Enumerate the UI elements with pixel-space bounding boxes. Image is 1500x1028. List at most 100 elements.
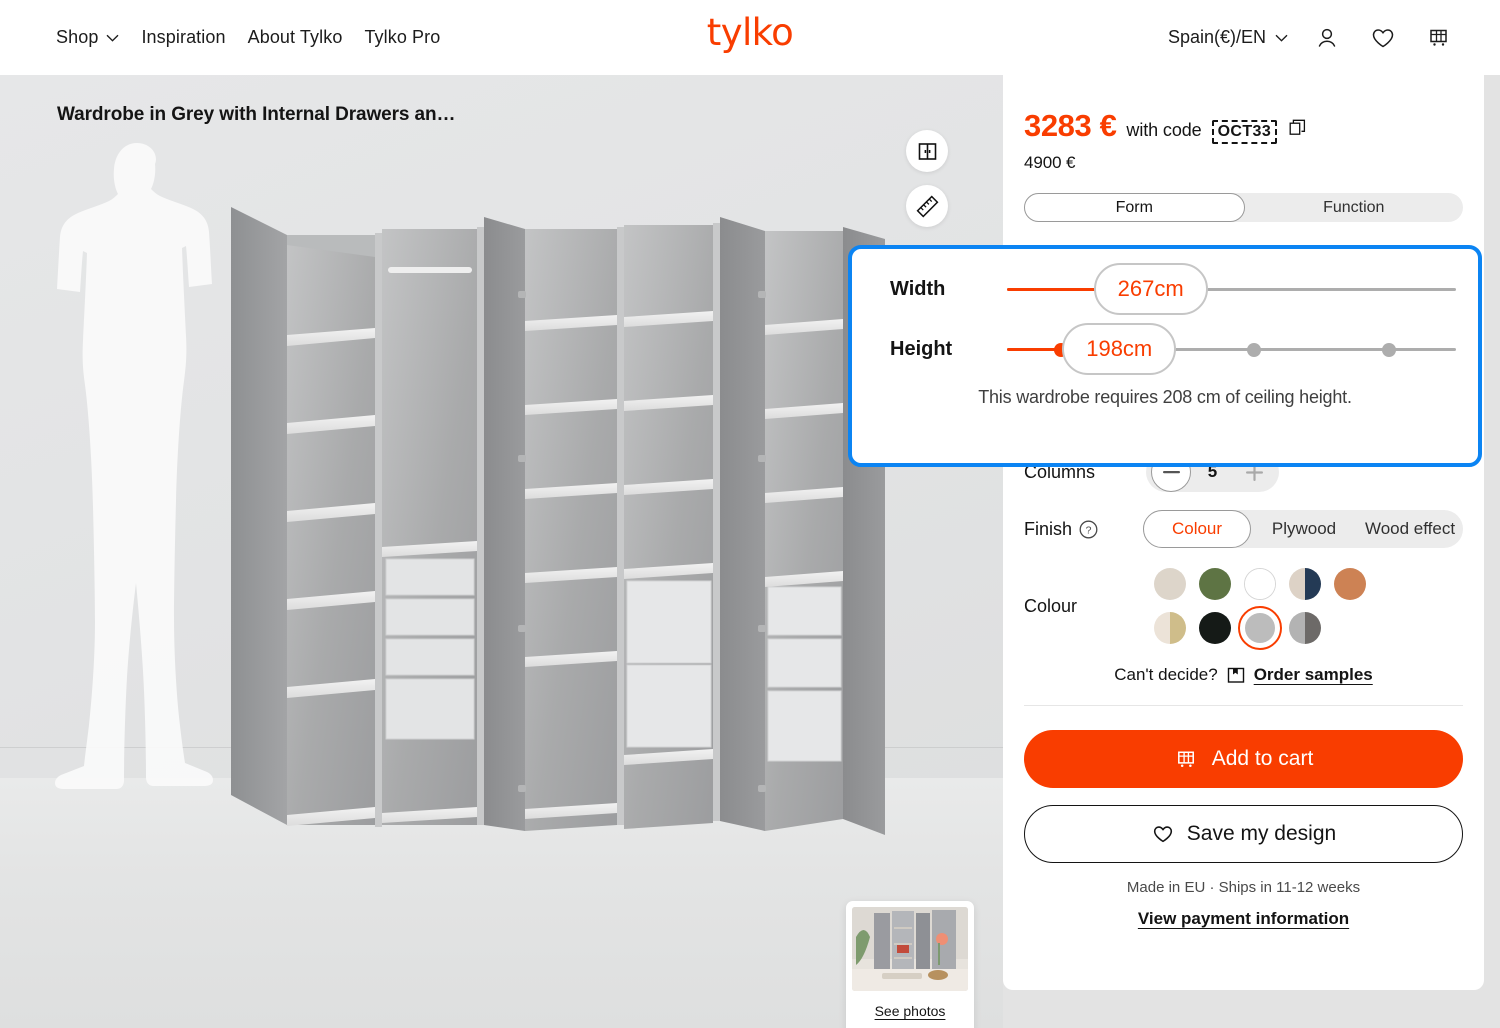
swatch-half-left xyxy=(1289,568,1305,600)
price-row: 3283 € with code OCT33 xyxy=(1024,108,1463,144)
tylko-logo[interactable]: tylko xyxy=(707,14,794,51)
promo-code-badge[interactable]: OCT33 xyxy=(1211,120,1278,144)
nav-item-tylko-pro[interactable]: Tylko Pro xyxy=(364,27,440,48)
swatch-half-left xyxy=(1245,613,1260,643)
finish-label-group: Finish ? xyxy=(1024,519,1143,540)
save-design-button[interactable]: Save my design xyxy=(1024,805,1463,863)
page-title: Wardrobe in Grey with Internal Drawers a… xyxy=(57,104,456,125)
configurator-panel: 3283 € with code OCT33 4900 € Form Funct… xyxy=(1003,75,1484,990)
swatch-fill xyxy=(1289,568,1321,600)
swatch-half-right xyxy=(1215,612,1231,644)
with-code-label: with code xyxy=(1126,120,1202,140)
help-question-icon[interactable]: ? xyxy=(1079,520,1098,539)
panel-divider xyxy=(1024,705,1463,706)
finish-label: Finish xyxy=(1024,518,1073,539)
nav-item-inspiration[interactable]: Inspiration xyxy=(141,27,225,48)
swatch-fill xyxy=(1199,568,1231,600)
colour-swatch-white[interactable] xyxy=(1238,562,1282,606)
colour-swatch-grey[interactable] xyxy=(1238,606,1282,650)
package-box-icon xyxy=(1227,666,1245,684)
colour-label: Colour xyxy=(1024,595,1078,616)
dimension-row-height: Height 198cm xyxy=(852,319,1478,379)
swatch-fill xyxy=(1199,612,1231,644)
copy-icon[interactable] xyxy=(1289,119,1306,136)
colour-swatch-olive-green[interactable] xyxy=(1193,562,1237,606)
ruler-measure-icon[interactable] xyxy=(906,185,948,227)
colour-swatch-grey-dark-grey[interactable] xyxy=(1283,606,1327,650)
swatch-half-left xyxy=(1199,568,1215,600)
product-viewer[interactable]: Wardrobe in Grey with Internal Drawers a… xyxy=(0,75,1003,1028)
colour-swatch-beige-sand[interactable] xyxy=(1148,606,1192,650)
human-scale-silhouette xyxy=(55,143,213,789)
finish-option-wood-effect[interactable]: Wood effect xyxy=(1357,510,1463,548)
swatch-half-right xyxy=(1305,612,1321,644)
tab-form[interactable]: Form xyxy=(1024,193,1245,222)
swatch-half-right xyxy=(1305,568,1321,600)
swatch-half-left xyxy=(1334,568,1350,600)
header-utility-nav: Spain(€)/EN xyxy=(1168,0,1456,75)
swatch-half-right xyxy=(1260,569,1275,599)
finish-toggle: Colour Plywood Wood effect xyxy=(1143,510,1463,548)
shipping-meta: Made in EU · Ships in 11-12 weeks xyxy=(1126,879,1361,896)
colour-swatch-black[interactable] xyxy=(1193,606,1237,650)
swatch-half-right xyxy=(1260,613,1275,643)
swatch-half-right xyxy=(1215,568,1231,600)
swatch-half-right xyxy=(1350,568,1366,600)
dimension-label-height: Height xyxy=(890,337,953,360)
chevron-down-icon xyxy=(1275,34,1288,42)
configurator-page: Shop Inspiration About Tylko Tylko Pro t… xyxy=(0,0,1500,1028)
cart-icon[interactable] xyxy=(1422,21,1456,55)
nav-item-shop-label: Shop xyxy=(56,27,99,47)
height-slider-thumb[interactable]: 198cm xyxy=(1062,323,1177,375)
swatch-half-left xyxy=(1289,612,1305,644)
ceiling-height-note: This wardrobe requires 208 cm of ceiling… xyxy=(978,387,1352,407)
nav-item-shop[interactable]: Shop xyxy=(56,27,119,48)
order-samples-link[interactable]: Order samples xyxy=(1254,665,1373,685)
finish-option-colour[interactable]: Colour xyxy=(1143,510,1252,548)
viewer-tool-buttons xyxy=(906,130,948,227)
mode-tabs: Form Function xyxy=(1024,193,1463,222)
colour-swatch-grid xyxy=(1148,562,1372,650)
slider-step-marker[interactable] xyxy=(1246,343,1261,357)
locale-selector[interactable]: Spain(€)/EN xyxy=(1168,27,1288,48)
width-slider-thumb[interactable]: 267cm xyxy=(1093,263,1208,315)
svg-text:?: ? xyxy=(1086,524,1092,536)
colour-row: Colour xyxy=(1024,562,1463,650)
view-payment-information-link[interactable]: View payment information xyxy=(1024,909,1463,929)
nav-item-about-tylko[interactable]: About Tylko xyxy=(248,27,343,48)
height-slider[interactable]: 198cm xyxy=(1007,319,1456,379)
finish-row: Finish ? Colour Plywood Wood effect xyxy=(1024,510,1463,548)
see-photos-label[interactable]: See photos xyxy=(852,1003,968,1019)
cart-icon xyxy=(1174,747,1199,772)
cant-decide-label: Can't decide? xyxy=(1114,665,1218,684)
swatch-fill xyxy=(1244,568,1276,600)
add-to-cart-button[interactable]: Add to cart xyxy=(1024,730,1463,788)
dimension-row-width: Width 267cm xyxy=(852,259,1478,319)
add-to-cart-label: Add to cart xyxy=(1211,747,1314,770)
order-samples-row: Can't decide? Order samples xyxy=(1024,665,1463,685)
finish-option-plywood[interactable]: Plywood xyxy=(1251,510,1357,548)
swatch-half-left xyxy=(1154,568,1170,600)
chevron-down-icon xyxy=(106,34,119,42)
swatch-half-right xyxy=(1170,568,1186,600)
swatch-fill xyxy=(1334,568,1366,600)
colour-swatch-beige[interactable] xyxy=(1148,562,1192,606)
doors-toggle-icon[interactable] xyxy=(906,130,948,172)
swatch-fill xyxy=(1289,612,1321,644)
width-slider[interactable]: 267cm xyxy=(1007,259,1456,319)
swatch-fill xyxy=(1245,613,1275,643)
lifestyle-thumbnail xyxy=(852,907,968,991)
colour-swatch-beige-navy[interactable] xyxy=(1283,562,1327,606)
tab-function[interactable]: Function xyxy=(1245,193,1464,222)
discounted-price: 3283 € xyxy=(1024,108,1117,143)
swatch-half-left xyxy=(1199,612,1215,644)
site-header: Shop Inspiration About Tylko Tylko Pro t… xyxy=(0,0,1500,75)
wardrobe-3d-render[interactable] xyxy=(225,195,905,835)
swatch-half-right xyxy=(1170,612,1186,644)
see-photos-card[interactable]: See photos xyxy=(846,901,974,1028)
colour-swatch-terracotta[interactable] xyxy=(1328,562,1372,606)
account-icon[interactable] xyxy=(1310,21,1344,55)
slider-step-marker[interactable] xyxy=(1381,343,1396,357)
primary-nav: Shop Inspiration About Tylko Tylko Pro xyxy=(56,27,440,48)
wishlist-heart-icon[interactable] xyxy=(1366,21,1400,55)
